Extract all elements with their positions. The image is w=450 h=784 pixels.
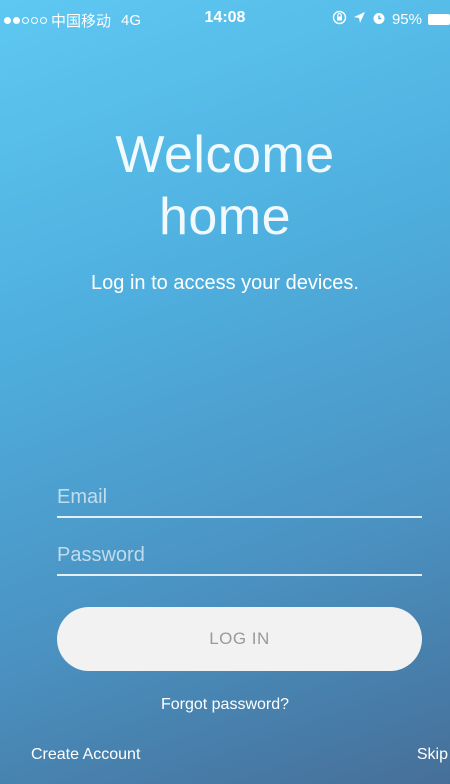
network-type: 4G (121, 12, 142, 29)
forgot-password-link[interactable]: Forgot password? (161, 696, 289, 713)
login-screen: 中国移动 4G 14:08 95% Welcome home Log in to… (0, 0, 450, 784)
create-account-link[interactable]: Create Account (31, 746, 140, 764)
location-arrow-icon (353, 11, 366, 27)
status-left: 中国移动 4G (4, 10, 141, 31)
welcome-title-line1: Welcome (115, 126, 335, 184)
carrier-name: 中国移动 (51, 13, 112, 30)
signal-dot (22, 17, 29, 24)
skip-link[interactable]: Skip (417, 746, 448, 764)
signal-dots-icon (4, 17, 47, 24)
battery-percent: 95% (391, 10, 422, 28)
email-input[interactable] (57, 482, 422, 512)
signal-dot (4, 17, 11, 24)
forgot-password-row: Forgot password? (0, 696, 450, 714)
password-input[interactable] (57, 540, 422, 570)
signal-dot (31, 17, 38, 24)
status-right: 95% (332, 10, 450, 28)
welcome-title-line2: home (158, 188, 292, 246)
signal-dot (13, 17, 20, 24)
email-field (57, 476, 422, 518)
password-field (57, 534, 422, 576)
orientation-lock-icon (332, 10, 347, 28)
login-button[interactable]: LOG IN (57, 607, 422, 671)
welcome-subtitle: Log in to access your devices. (91, 272, 359, 294)
battery-icon (428, 13, 450, 25)
alarm-icon (372, 11, 386, 28)
status-bar: 中国移动 4G 14:08 95% (0, 0, 450, 38)
signal-dot (40, 17, 47, 24)
